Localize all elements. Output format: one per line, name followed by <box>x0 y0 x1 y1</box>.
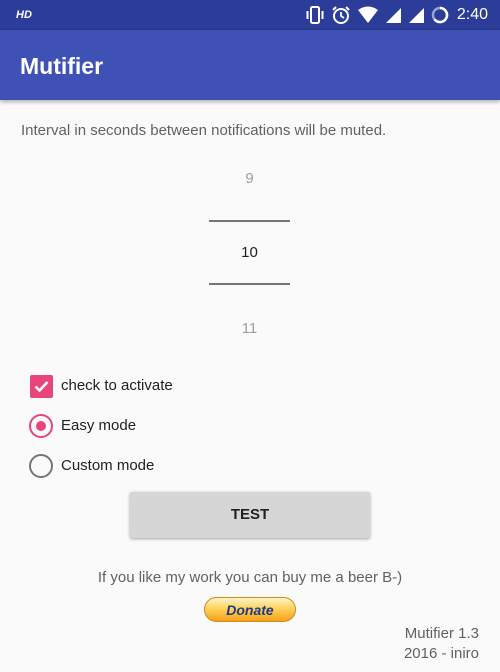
signal-icon <box>408 7 425 24</box>
status-icons: 2:40 <box>305 0 488 30</box>
picker-divider-bottom <box>209 283 290 285</box>
vibrate-icon <box>305 6 325 24</box>
easy-mode-radio[interactable] <box>29 414 53 438</box>
easy-mode-label[interactable]: Easy mode <box>61 417 136 435</box>
radio-selected-dot <box>36 421 46 431</box>
test-button[interactable]: TEST <box>130 492 370 538</box>
battery-charging-icon <box>431 6 449 24</box>
app-title: Mutifier <box>20 53 104 79</box>
activate-checkbox[interactable] <box>30 375 53 398</box>
interval-description: Interval in seconds between notification… <box>21 122 387 139</box>
promo-text: If you like my work you can buy me a bee… <box>97 569 403 586</box>
activate-label[interactable]: check to activate <box>61 377 173 395</box>
signal-icon <box>385 7 402 24</box>
app-bar: Mutifier <box>0 30 500 100</box>
version-name: Mutifier 1.3 <box>404 625 479 642</box>
hd-indicator: HD <box>16 9 32 21</box>
picker-divider-top <box>209 220 290 222</box>
status-time: 2:40 <box>456 6 488 23</box>
custom-mode-label[interactable]: Custom mode <box>61 457 154 475</box>
picker-next-value[interactable]: 11 <box>209 320 290 337</box>
donate-button[interactable]: Donate <box>204 597 296 622</box>
wifi-icon <box>357 6 379 24</box>
alarm-icon <box>331 5 351 25</box>
version-year: 2016 - iniro <box>403 645 479 662</box>
picker-current-value[interactable]: 10 <box>209 244 290 261</box>
checkmark-icon <box>34 381 49 393</box>
picker-previous-value[interactable]: 9 <box>209 170 290 187</box>
status-bar: HD 2:40 <box>0 0 500 30</box>
custom-mode-radio[interactable] <box>29 454 53 478</box>
